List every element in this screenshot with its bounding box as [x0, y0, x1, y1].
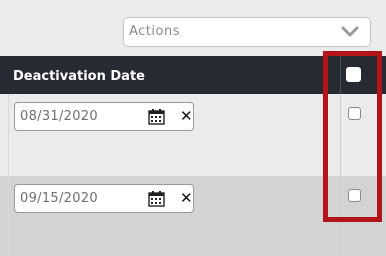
- deactivation-date-field[interactable]: 09/15/2020 ✕: [14, 184, 194, 213]
- row-border: [8, 176, 9, 256]
- highlight-annotation-box: [323, 51, 382, 222]
- actions-dropdown[interactable]: Actions: [123, 17, 371, 47]
- deactivation-date-value: 09/15/2020: [20, 191, 98, 206]
- clear-date-icon[interactable]: ✕: [180, 190, 193, 207]
- chevron-down-icon: [341, 26, 359, 37]
- calendar-icon[interactable]: [148, 191, 165, 207]
- column-header-deactivation-date[interactable]: Deactivation Date: [13, 69, 145, 84]
- clear-date-icon[interactable]: ✕: [180, 108, 193, 125]
- calendar-icon[interactable]: [148, 109, 165, 125]
- row-border: [8, 94, 9, 176]
- actions-dropdown-label: Actions: [129, 24, 180, 39]
- deactivation-date-field[interactable]: 08/31/2020 ✕: [14, 102, 194, 131]
- deactivation-date-value: 08/31/2020: [20, 109, 98, 124]
